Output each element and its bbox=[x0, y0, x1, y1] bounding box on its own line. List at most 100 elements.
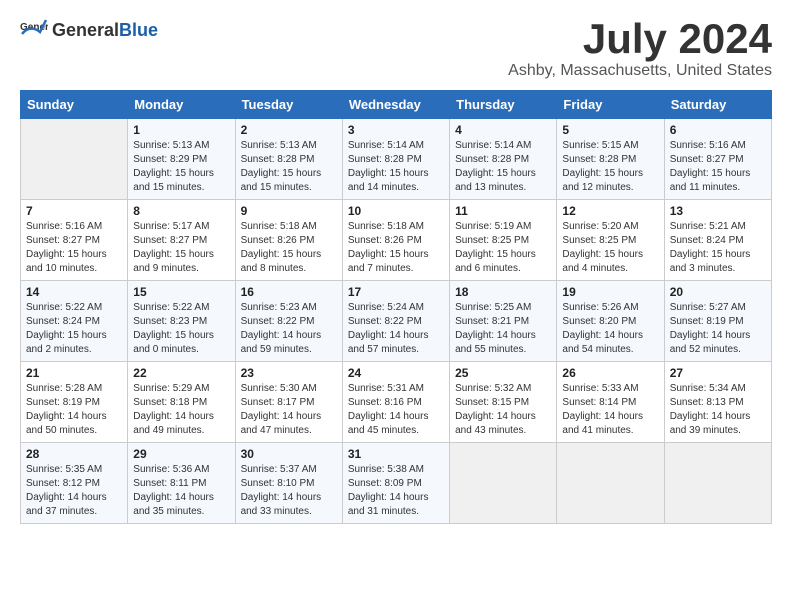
day-number: 3 bbox=[348, 123, 444, 137]
day-number: 31 bbox=[348, 447, 444, 461]
day-info: Sunrise: 5:35 AM Sunset: 8:12 PM Dayligh… bbox=[26, 463, 122, 519]
calendar-cell bbox=[21, 119, 128, 200]
logo: General GeneralBlue bbox=[20, 16, 158, 44]
day-number: 11 bbox=[455, 204, 551, 218]
day-info: Sunrise: 5:21 AM Sunset: 8:24 PM Dayligh… bbox=[670, 220, 766, 276]
day-number: 12 bbox=[562, 204, 658, 218]
day-info: Sunrise: 5:15 AM Sunset: 8:28 PM Dayligh… bbox=[562, 139, 658, 195]
calendar-cell: 22 Sunrise: 5:29 AM Sunset: 8:18 PM Dayli… bbox=[128, 362, 235, 443]
day-info: Sunrise: 5:25 AM Sunset: 8:21 PM Dayligh… bbox=[455, 301, 551, 357]
day-number: 26 bbox=[562, 366, 658, 380]
day-number: 4 bbox=[455, 123, 551, 137]
day-info: Sunrise: 5:20 AM Sunset: 8:25 PM Dayligh… bbox=[562, 220, 658, 276]
calendar-cell: 9Sunrise: 5:18 AM Sunset: 8:26 PM Daylig… bbox=[235, 200, 342, 281]
day-info: Sunrise: 5:13 AM Sunset: 8:28 PM Dayligh… bbox=[241, 139, 337, 195]
calendar-body: 1Sunrise: 5:13 AM Sunset: 8:29 PM Daylig… bbox=[21, 119, 772, 524]
calendar-cell: 27Sunrise: 5:34 AM Sunset: 8:13 PM Dayli… bbox=[664, 362, 771, 443]
header-day-saturday: Saturday bbox=[664, 91, 771, 119]
calendar-cell: 16Sunrise: 5:23 AM Sunset: 8:22 PM Dayli… bbox=[235, 281, 342, 362]
calendar-cell bbox=[450, 443, 557, 524]
week-row-3: 14 Sunrise: 5:22 AM Sunset: 8:24 PM Dayli… bbox=[21, 281, 772, 362]
calendar-cell: 6Sunrise: 5:16 AM Sunset: 8:27 PM Daylig… bbox=[664, 119, 771, 200]
calendar-cell: 1Sunrise: 5:13 AM Sunset: 8:29 PM Daylig… bbox=[128, 119, 235, 200]
day-number: 18 bbox=[455, 285, 551, 299]
day-info: Sunrise: 5:14 AM Sunset: 8:28 PM Dayligh… bbox=[348, 139, 444, 195]
header-day-monday: Monday bbox=[128, 91, 235, 119]
logo-blue-text: Blue bbox=[119, 20, 158, 40]
calendar-cell: 21Sunrise: 5:28 AM Sunset: 8:19 PM Dayli… bbox=[21, 362, 128, 443]
day-info: Sunrise: 5:28 AM Sunset: 8:19 PM Dayligh… bbox=[26, 382, 122, 438]
day-info: Sunrise: 5:26 AM Sunset: 8:20 PM Dayligh… bbox=[562, 301, 658, 357]
day-info: Sunrise: 5:18 AM Sunset: 8:26 PM Dayligh… bbox=[241, 220, 337, 276]
day-info: Sunrise: 5:37 AM Sunset: 8:10 PM Dayligh… bbox=[241, 463, 337, 519]
header-day-sunday: Sunday bbox=[21, 91, 128, 119]
day-number: 14 bbox=[26, 285, 122, 299]
calendar-cell: 18 Sunrise: 5:25 AM Sunset: 8:21 PM Dayli… bbox=[450, 281, 557, 362]
day-number: 19 bbox=[562, 285, 658, 299]
calendar-cell: 25 Sunrise: 5:32 AM Sunset: 8:15 PM Dayli… bbox=[450, 362, 557, 443]
calendar-cell: 19 Sunrise: 5:26 AM Sunset: 8:20 PM Dayli… bbox=[557, 281, 664, 362]
calendar-cell: 14 Sunrise: 5:22 AM Sunset: 8:24 PM Dayli… bbox=[21, 281, 128, 362]
calendar-table: SundayMondayTuesdayWednesdayThursdayFrid… bbox=[20, 90, 772, 524]
calendar-cell: 10 Sunrise: 5:18 AM Sunset: 8:26 PM Dayli… bbox=[342, 200, 449, 281]
week-row-2: 7 Sunrise: 5:16 AM Sunset: 8:27 PM Daylig… bbox=[21, 200, 772, 281]
day-info: Sunrise: 5:16 AM Sunset: 8:27 PM Dayligh… bbox=[26, 220, 122, 276]
header-day-tuesday: Tuesday bbox=[235, 91, 342, 119]
week-row-1: 1Sunrise: 5:13 AM Sunset: 8:29 PM Daylig… bbox=[21, 119, 772, 200]
calendar-cell: 5 Sunrise: 5:15 AM Sunset: 8:28 PM Daylig… bbox=[557, 119, 664, 200]
calendar-cell: 2 Sunrise: 5:13 AM Sunset: 8:28 PM Daylig… bbox=[235, 119, 342, 200]
day-info: Sunrise: 5:36 AM Sunset: 8:11 PM Dayligh… bbox=[133, 463, 229, 519]
calendar-cell: 15Sunrise: 5:22 AM Sunset: 8:23 PM Dayli… bbox=[128, 281, 235, 362]
calendar-cell: 29 Sunrise: 5:36 AM Sunset: 8:11 PM Dayli… bbox=[128, 443, 235, 524]
day-number: 17 bbox=[348, 285, 444, 299]
day-info: Sunrise: 5:22 AM Sunset: 8:24 PM Dayligh… bbox=[26, 301, 122, 357]
main-title: July 2024 bbox=[508, 16, 772, 62]
day-number: 24 bbox=[348, 366, 444, 380]
day-info: Sunrise: 5:18 AM Sunset: 8:26 PM Dayligh… bbox=[348, 220, 444, 276]
day-number: 5 bbox=[562, 123, 658, 137]
calendar-cell: 3 Sunrise: 5:14 AM Sunset: 8:28 PM Daylig… bbox=[342, 119, 449, 200]
calendar-cell: 7 Sunrise: 5:16 AM Sunset: 8:27 PM Daylig… bbox=[21, 200, 128, 281]
day-number: 13 bbox=[670, 204, 766, 218]
day-number: 10 bbox=[348, 204, 444, 218]
day-number: 25 bbox=[455, 366, 551, 380]
day-number: 16 bbox=[241, 285, 337, 299]
header-day-thursday: Thursday bbox=[450, 91, 557, 119]
day-info: Sunrise: 5:29 AM Sunset: 8:18 PM Dayligh… bbox=[133, 382, 229, 438]
week-row-4: 21Sunrise: 5:28 AM Sunset: 8:19 PM Dayli… bbox=[21, 362, 772, 443]
day-number: 28 bbox=[26, 447, 122, 461]
day-info: Sunrise: 5:30 AM Sunset: 8:17 PM Dayligh… bbox=[241, 382, 337, 438]
week-row-5: 28 Sunrise: 5:35 AM Sunset: 8:12 PM Dayli… bbox=[21, 443, 772, 524]
day-info: Sunrise: 5:14 AM Sunset: 8:28 PM Dayligh… bbox=[455, 139, 551, 195]
calendar-cell bbox=[664, 443, 771, 524]
day-number: 6 bbox=[670, 123, 766, 137]
header: General GeneralBlue July 2024 Ashby, Mas… bbox=[20, 16, 772, 80]
calendar-cell: 13 Sunrise: 5:21 AM Sunset: 8:24 PM Dayli… bbox=[664, 200, 771, 281]
day-info: Sunrise: 5:38 AM Sunset: 8:09 PM Dayligh… bbox=[348, 463, 444, 519]
title-area: July 2024 Ashby, Massachusetts, United S… bbox=[508, 16, 772, 80]
calendar-cell: 11Sunrise: 5:19 AM Sunset: 8:25 PM Dayli… bbox=[450, 200, 557, 281]
day-number: 1 bbox=[133, 123, 229, 137]
subtitle: Ashby, Massachusetts, United States bbox=[508, 62, 772, 80]
day-number: 20 bbox=[670, 285, 766, 299]
header-row: SundayMondayTuesdayWednesdayThursdayFrid… bbox=[21, 91, 772, 119]
calendar-cell: 23Sunrise: 5:30 AM Sunset: 8:17 PM Dayli… bbox=[235, 362, 342, 443]
day-number: 29 bbox=[133, 447, 229, 461]
calendar-cell: 12 Sunrise: 5:20 AM Sunset: 8:25 PM Dayli… bbox=[557, 200, 664, 281]
day-number: 7 bbox=[26, 204, 122, 218]
logo-general-text: General bbox=[52, 20, 119, 40]
calendar-cell: 30Sunrise: 5:37 AM Sunset: 8:10 PM Dayli… bbox=[235, 443, 342, 524]
day-number: 8 bbox=[133, 204, 229, 218]
calendar-cell: 28 Sunrise: 5:35 AM Sunset: 8:12 PM Dayli… bbox=[21, 443, 128, 524]
day-info: Sunrise: 5:32 AM Sunset: 8:15 PM Dayligh… bbox=[455, 382, 551, 438]
day-number: 27 bbox=[670, 366, 766, 380]
day-info: Sunrise: 5:24 AM Sunset: 8:22 PM Dayligh… bbox=[348, 301, 444, 357]
calendar-cell: 17 Sunrise: 5:24 AM Sunset: 8:22 PM Dayli… bbox=[342, 281, 449, 362]
header-day-wednesday: Wednesday bbox=[342, 91, 449, 119]
calendar-cell: 26Sunrise: 5:33 AM Sunset: 8:14 PM Dayli… bbox=[557, 362, 664, 443]
day-number: 2 bbox=[241, 123, 337, 137]
day-number: 22 bbox=[133, 366, 229, 380]
calendar-cell: 24Sunrise: 5:31 AM Sunset: 8:16 PM Dayli… bbox=[342, 362, 449, 443]
calendar-cell: 20 Sunrise: 5:27 AM Sunset: 8:19 PM Dayli… bbox=[664, 281, 771, 362]
day-info: Sunrise: 5:27 AM Sunset: 8:19 PM Dayligh… bbox=[670, 301, 766, 357]
